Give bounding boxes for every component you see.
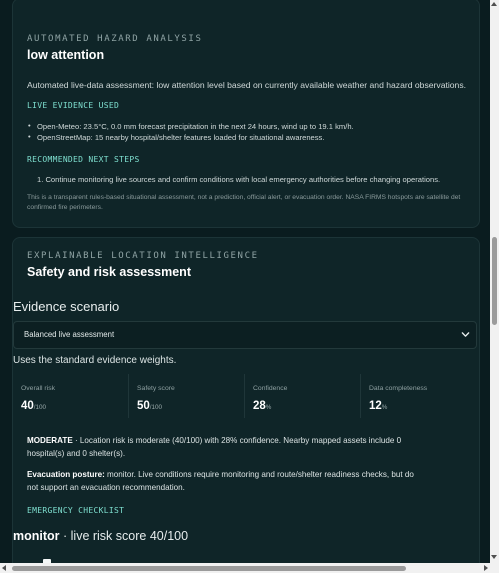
metric-confidence: Confidence 28% bbox=[245, 374, 361, 418]
metric-value: 28% bbox=[253, 400, 271, 412]
metric-number: 12 bbox=[369, 400, 382, 412]
evidence-item: • OpenStreetMap: 15 nearby hospital/shelt… bbox=[28, 132, 325, 142]
hazard-summary: Automated live-data assessment: low atte… bbox=[27, 80, 467, 90]
intel-eyebrow: EXPLAINABLE LOCATION INTELLIGENCE bbox=[27, 251, 259, 261]
hazard-level-title: low attention bbox=[27, 48, 105, 62]
metric-overall-risk: Overall risk 40/100 bbox=[13, 374, 129, 418]
location-intelligence-card: EXPLAINABLE LOCATION INTELLIGENCE Safety… bbox=[12, 237, 480, 563]
evacuation-label: Evacuation posture: bbox=[27, 470, 105, 479]
scroll-down-arrow-icon[interactable] bbox=[491, 555, 497, 559]
chevron-down-icon bbox=[461, 332, 470, 337]
metric-number: 40 bbox=[21, 400, 34, 412]
moderate-summary-line-1: MODERATE · Location risk is moderate (40… bbox=[27, 436, 401, 445]
evacuation-text: monitor. Live conditions require monitor… bbox=[104, 470, 414, 479]
metric-label: Confidence bbox=[253, 385, 288, 392]
evidence-text: OpenStreetMap: 15 nearby hospital/shelte… bbox=[37, 133, 325, 142]
scenario-label: Evidence scenario bbox=[13, 299, 120, 314]
step-item: 1. Continue monitoring live sources and … bbox=[37, 175, 441, 184]
metric-unit: % bbox=[265, 404, 272, 411]
intel-title: Safety and risk assessment bbox=[27, 265, 191, 279]
disclaimer-line-2: confirmed fire perimeters. bbox=[27, 204, 103, 211]
metric-label: Overall risk bbox=[21, 385, 55, 392]
scenario-select[interactable]: Balanced live assessment bbox=[13, 321, 477, 349]
bullet-icon: • bbox=[28, 121, 31, 130]
evidence-heading: LIVE EVIDENCE USED bbox=[27, 101, 120, 110]
monitor-status: monitor · live risk score 40/100 bbox=[13, 529, 188, 543]
moderate-summary-line-2: hospital(s) and 0 shelter(s). bbox=[27, 449, 126, 458]
metric-number: 50 bbox=[137, 400, 150, 412]
risk-level-label: MODERATE bbox=[27, 436, 73, 445]
scroll-left-arrow-icon[interactable] bbox=[2, 565, 6, 571]
metrics-row: Overall risk 40/100 Safety score 50/100 … bbox=[13, 374, 479, 418]
disclaimer-line-1: This is a transparent rules-based situat… bbox=[27, 194, 461, 201]
metric-value: 40/100 bbox=[21, 400, 46, 412]
scroll-up-arrow-icon[interactable] bbox=[491, 2, 497, 6]
risk-summary-text: · Location risk is moderate (40/100) wit… bbox=[72, 436, 402, 445]
page-viewport: AUTOMATED HAZARD ANALYSIS low attention … bbox=[0, 0, 490, 563]
metric-unit: % bbox=[381, 404, 388, 411]
monitor-label: monitor bbox=[13, 529, 60, 543]
metric-label: Data completeness bbox=[369, 385, 428, 392]
metric-data-completeness: Data completeness 12% bbox=[361, 374, 476, 418]
checklist-heading: EMERGENCY CHECKLIST bbox=[27, 506, 125, 515]
metric-unit: /100 bbox=[149, 404, 163, 411]
metric-label: Safety score bbox=[137, 385, 175, 392]
vertical-scroll-thumb[interactable] bbox=[492, 237, 497, 325]
evidence-text: Open-Meteo: 23.5°C, 0.0 mm forecast prec… bbox=[37, 122, 354, 131]
horizontal-scroll-thumb[interactable] bbox=[12, 566, 406, 571]
scroll-right-arrow-icon[interactable] bbox=[484, 565, 488, 571]
metric-value: 12% bbox=[369, 400, 387, 412]
metric-unit: /100 bbox=[33, 404, 47, 411]
steps-heading: RECOMMENDED NEXT STEPS bbox=[27, 155, 140, 164]
metric-value: 50/100 bbox=[137, 400, 162, 412]
scenario-selected-value: Balanced live assessment bbox=[24, 330, 115, 339]
hazard-analysis-card: AUTOMATED HAZARD ANALYSIS low attention … bbox=[12, 0, 480, 228]
hazard-eyebrow: AUTOMATED HAZARD ANALYSIS bbox=[27, 34, 203, 44]
scenario-help: Uses the standard evidence weights. bbox=[13, 355, 177, 366]
evacuation-line-2: not support an evacuation recommendation… bbox=[27, 483, 185, 492]
metric-number: 28 bbox=[253, 400, 266, 412]
monitor-score-text: · live risk score 40/100 bbox=[59, 529, 189, 543]
evidence-item: • Open-Meteo: 23.5°C, 0.0 mm forecast pre… bbox=[28, 121, 354, 131]
metric-safety-score: Safety score 50/100 bbox=[129, 374, 245, 418]
bullet-icon: • bbox=[28, 132, 31, 141]
evacuation-line-1: Evacuation posture: monitor. Live condit… bbox=[27, 470, 414, 479]
